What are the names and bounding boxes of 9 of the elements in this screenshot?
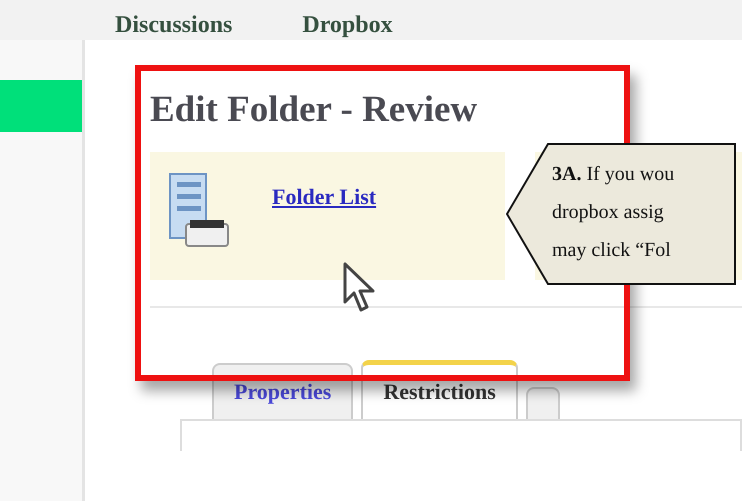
- callout-text: may click “Fol: [552, 238, 672, 263]
- nav-link[interactable]: Discussions: [115, 10, 232, 40]
- callout-text: 3A. If you wou: [552, 162, 676, 187]
- nav-link[interactable]: Dropbox: [302, 10, 393, 40]
- tab[interactable]: [526, 387, 560, 419]
- tab[interactable]: Restrictions: [361, 360, 518, 419]
- folder-list-link[interactable]: Folder List: [272, 184, 376, 210]
- callout-text: dropbox assig: [552, 200, 665, 225]
- page-heading: Edit Folder - Review: [150, 88, 478, 132]
